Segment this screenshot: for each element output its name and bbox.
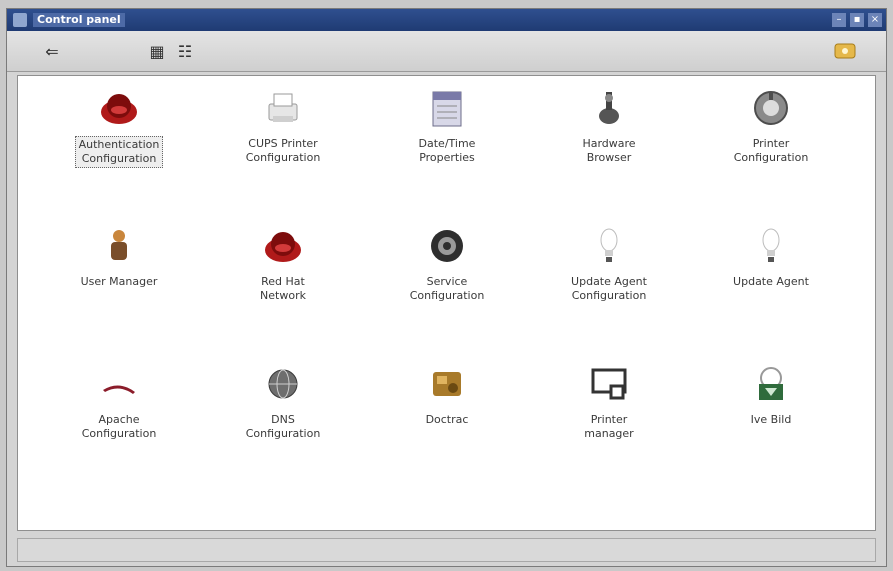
control-panel-window: Control panel – ▪ × ⇐ ▦ ☷ Authentication… (6, 8, 887, 567)
help-icon (834, 43, 856, 59)
control-panel-item[interactable]: Ive Bild (696, 362, 846, 472)
globe-icon (261, 362, 305, 406)
control-panel-item[interactable]: Printer Configuration (696, 86, 846, 196)
control-panel-item-label: Ive Bild (750, 413, 792, 426)
title-bar[interactable]: Control panel – ▪ × (7, 9, 886, 31)
printer-icon (261, 86, 305, 130)
control-panel-item[interactable]: Update Agent (696, 224, 846, 334)
control-panel-item-label: Authentication Configuration (74, 136, 164, 168)
control-panel-item-label: Red Hat Network (260, 275, 306, 302)
status-bar (17, 538, 876, 562)
control-panel-item[interactable]: DNS Configuration (208, 362, 358, 472)
control-panel-item[interactable]: Update Agent Configuration (534, 224, 684, 334)
control-panel-item[interactable]: CUPS Printer Configuration (208, 86, 358, 196)
gear-icon (425, 224, 469, 268)
user-icon (97, 224, 141, 268)
maximize-button[interactable]: ▪ (850, 13, 864, 27)
control-panel-item-label: Update Agent (733, 275, 809, 288)
bulb-icon (587, 224, 631, 268)
box-icon (425, 362, 469, 406)
control-panel-item-label: Printer manager (584, 413, 634, 440)
monitor-icon (587, 362, 631, 406)
icon-view-button[interactable]: ▦ (145, 39, 169, 63)
control-panel-item-label: Update Agent Configuration (571, 275, 647, 302)
control-panel-item-label: DNS Configuration (245, 413, 321, 440)
toolbar: ⇐ ▦ ☷ (7, 31, 886, 72)
icon-area: Authentication Configuration CUPS Printer… (17, 75, 876, 531)
list-view-button[interactable]: ☷ (173, 39, 197, 63)
control-panel-item[interactable]: User Manager (44, 224, 194, 334)
feather-icon (97, 362, 141, 406)
list-view-icon: ☷ (177, 41, 193, 61)
control-panel-item[interactable]: Doctrac (372, 362, 522, 472)
printer-config-icon (749, 86, 793, 130)
app-icon[interactable] (13, 13, 27, 27)
icon-view-icon: ▦ (149, 41, 165, 61)
control-panel-item[interactable]: Printer manager (534, 362, 684, 472)
back-button[interactable]: ⇐ (37, 39, 67, 63)
hardware-icon (587, 86, 631, 130)
back-icon: ⇐ (45, 41, 59, 61)
control-panel-item-label: User Manager (80, 275, 158, 288)
control-panel-item-label: Printer Configuration (733, 137, 809, 164)
network-icon (749, 362, 793, 406)
control-panel-item[interactable]: Red Hat Network (208, 224, 358, 334)
minimize-button[interactable]: – (832, 13, 846, 27)
control-panel-item-label: Date/Time Properties (418, 137, 476, 164)
control-panel-item-label: CUPS Printer Configuration (245, 137, 321, 164)
redhat-icon (97, 86, 141, 130)
control-panel-item[interactable]: Hardware Browser (534, 86, 684, 196)
control-panel-item[interactable]: Service Configuration (372, 224, 522, 334)
icon-grid: Authentication Configuration CUPS Printer… (18, 76, 875, 530)
control-panel-item[interactable]: Apache Configuration (44, 362, 194, 472)
help-button[interactable] (831, 39, 859, 63)
bulb-icon (749, 224, 793, 268)
control-panel-item[interactable]: Date/Time Properties (372, 86, 522, 196)
control-panel-item-label: Doctrac (425, 413, 469, 426)
control-panel-item-label: Apache Configuration (81, 413, 157, 440)
control-panel-item-label: Service Configuration (409, 275, 485, 302)
window-title: Control panel (33, 13, 125, 27)
control-panel-item[interactable]: Authentication Configuration (44, 86, 194, 196)
redhat-network-icon (261, 224, 305, 268)
close-button[interactable]: × (868, 13, 882, 27)
control-panel-item-label: Hardware Browser (582, 137, 636, 164)
calendar-icon (425, 86, 469, 130)
